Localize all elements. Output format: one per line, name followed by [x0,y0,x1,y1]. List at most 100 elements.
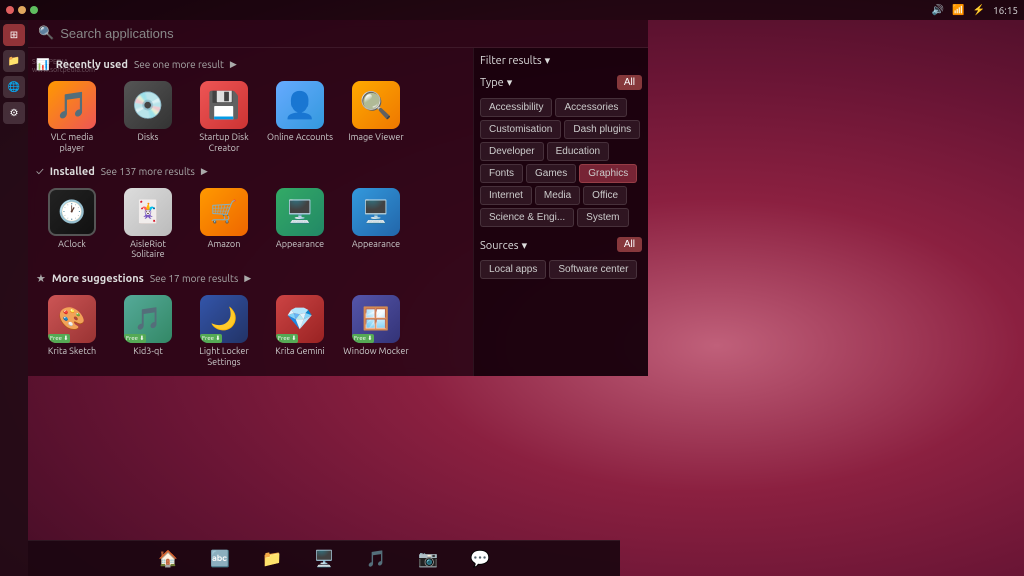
app-label-window-mocker: Window Mocker [343,346,408,357]
launcher-dash-icon[interactable]: ⊞ [3,24,25,46]
app-lightlocker[interactable]: 🌙 Free ⬇ Light Locker Settings [188,291,260,372]
nav-social-icon[interactable]: 💬 [466,545,494,573]
free-badge-lightlocker: Free ⬇ [200,334,222,343]
free-badge-window: Free ⬇ [352,334,374,343]
app-label-vlc: VLC media player [38,132,106,154]
app-label-accounts: Online Accounts [267,132,333,143]
filter-chevron-icon: ▾ [545,54,551,67]
installed-header: ✓ Installed See 137 more results ▶ [36,166,465,178]
app-startup[interactable]: 💾 Startup Disk Creator [188,77,260,158]
dash-content: 📊 Recently used See one more result ▶ 🎵 … [28,48,648,376]
app-label-startup: Startup Disk Creator [190,132,258,154]
app-krita-gemini[interactable]: 💎 Free ⬇ Krita Gemini [264,291,336,372]
nav-files-icon[interactable]: 📁 [258,545,286,573]
filter-accessories[interactable]: Accessories [555,98,627,117]
recently-used-more[interactable]: See one more result [134,59,224,70]
app-icon-lightlocker: 🌙 Free ⬇ [200,295,248,343]
filter-games[interactable]: Games [526,164,576,183]
nav-video-icon[interactable]: 🖥️ [310,545,338,573]
search-bar: 🔍 [28,20,648,48]
suggestions-more[interactable]: See 17 more results [150,273,238,284]
sources-all-button[interactable]: All [617,237,642,252]
app-window-mocker[interactable]: 🪟 Free ⬇ Window Mocker [340,291,412,372]
free-badge-krita-gemini: Free ⬇ [276,334,298,343]
app-icon-solitaire: 🃏 [124,188,172,236]
suggestions-header: ★ More suggestions See 17 more results ▶ [36,272,465,285]
nav-music-icon[interactable]: 🎵 [362,545,390,573]
filter-fonts[interactable]: Fonts [480,164,523,183]
free-badge-kid3: Free ⬇ [124,334,146,343]
filter-system[interactable]: System [577,208,628,227]
app-label-krita-sketch: Krita Sketch [48,346,96,357]
nav-home-icon[interactable]: 🏠 [154,545,182,573]
filter-developer[interactable]: Developer [480,142,544,161]
filter-science[interactable]: Science & Engi... [480,208,574,227]
app-label-disks: Disks [138,132,159,143]
taskbar-network-icon: 📶 [952,4,964,16]
nav-apps-icon[interactable]: 🔤 [206,545,234,573]
app-amazon[interactable]: 🛒 Amazon [188,184,260,265]
app-icon-kid3: 🎵 Free ⬇ [124,295,172,343]
type-all-button[interactable]: All [617,75,642,90]
taskbar-time: 16:15 [993,5,1018,16]
app-image-viewer[interactable]: 🔍 Image Viewer [340,77,412,158]
nav-photos-icon[interactable]: 📷 [414,545,442,573]
filter-customisation[interactable]: Customisation [480,120,561,139]
filter-accessibility[interactable]: Accessibility [480,98,552,117]
taskbar-volume-icon: 🔊 [932,4,944,16]
filter-local-apps[interactable]: Local apps [480,260,546,279]
app-icon-vlc: 🎵 [48,81,96,129]
filter-education[interactable]: Education [547,142,609,161]
recently-used-title: Recently used [56,59,128,71]
app-label-appearance2: Appearance [352,239,400,250]
filter-internet[interactable]: Internet [480,186,532,205]
app-accounts[interactable]: 👤 Online Accounts [264,77,336,158]
taskbar-right: 🔊 📶 ⚡ 16:15 [932,4,1018,16]
app-aclock[interactable]: 🕐 AClock [36,184,108,265]
taskbar-left [6,6,38,14]
launcher-files-icon[interactable]: 📁 [3,50,25,72]
app-appearance2[interactable]: 🖥️ Appearance [340,184,412,265]
app-krita-sketch[interactable]: 🎨 Free ⬇ Krita Sketch [36,291,108,372]
filter-graphics[interactable]: Graphics [579,164,637,183]
type-label[interactable]: Type ▾ [480,76,512,89]
sources-filter-header: Sources ▾ All [480,237,642,252]
filter-results-title[interactable]: Filter results ▾ [480,54,550,67]
app-icon-appearance2: 🖥️ [352,188,400,236]
filter-dash-plugins[interactable]: Dash plugins [564,120,640,139]
filter-header: Filter results ▾ [480,54,642,67]
filter-office[interactable]: Office [583,186,627,205]
taskbar-power-icon: ⚡ [973,4,985,16]
app-icon-krita-sketch: 🎨 Free ⬇ [48,295,96,343]
suggestions-icon: ★ [36,272,46,285]
app-icon-startup: 💾 [200,81,248,129]
app-appearance[interactable]: 🖥️ Appearance [264,184,336,265]
app-solitaire[interactable]: 🃏 AisleRiot Solitaire [112,184,184,265]
taskbar-dot-red [6,6,14,14]
recently-more-arrow: ▶ [230,59,237,70]
filter-media[interactable]: Media [535,186,580,205]
source-filter-buttons: Local apps Software center [480,260,642,279]
app-icon-disks: 💿 [124,81,172,129]
filter-software-center[interactable]: Software center [549,260,637,279]
type-filter-header: Type ▾ All [480,75,642,90]
app-icon-accounts: 👤 [276,81,324,129]
launcher-settings-icon[interactable]: ⚙ [3,102,25,124]
app-icon-amazon: 🛒 [200,188,248,236]
installed-more[interactable]: See 137 more results [101,166,195,177]
bottom-nav: 🏠 🔤 📁 🖥️ 🎵 📷 💬 [28,540,620,576]
apps-panel: 📊 Recently used See one more result ▶ 🎵 … [28,48,473,376]
app-disks[interactable]: 💿 Disks [112,77,184,158]
app-icon-krita-gemini: 💎 Free ⬇ [276,295,324,343]
app-vlc[interactable]: 🎵 VLC media player [36,77,108,158]
installed-icon: ✓ [36,166,44,178]
launcher-browser-icon[interactable]: 🌐 [3,76,25,98]
recently-used-header: 📊 Recently used See one more result ▶ [36,58,465,71]
app-label-krita-gemini: Krita Gemini [275,346,325,357]
search-input[interactable] [60,26,638,41]
filter-panel: Filter results ▾ Type ▾ All Accessibilit… [473,48,648,376]
type-chevron-icon: ▾ [507,76,513,89]
search-icon: 🔍 [38,26,54,41]
sources-label[interactable]: Sources ▾ [480,239,527,252]
app-kid3[interactable]: 🎵 Free ⬇ Kid3-qt [112,291,184,372]
